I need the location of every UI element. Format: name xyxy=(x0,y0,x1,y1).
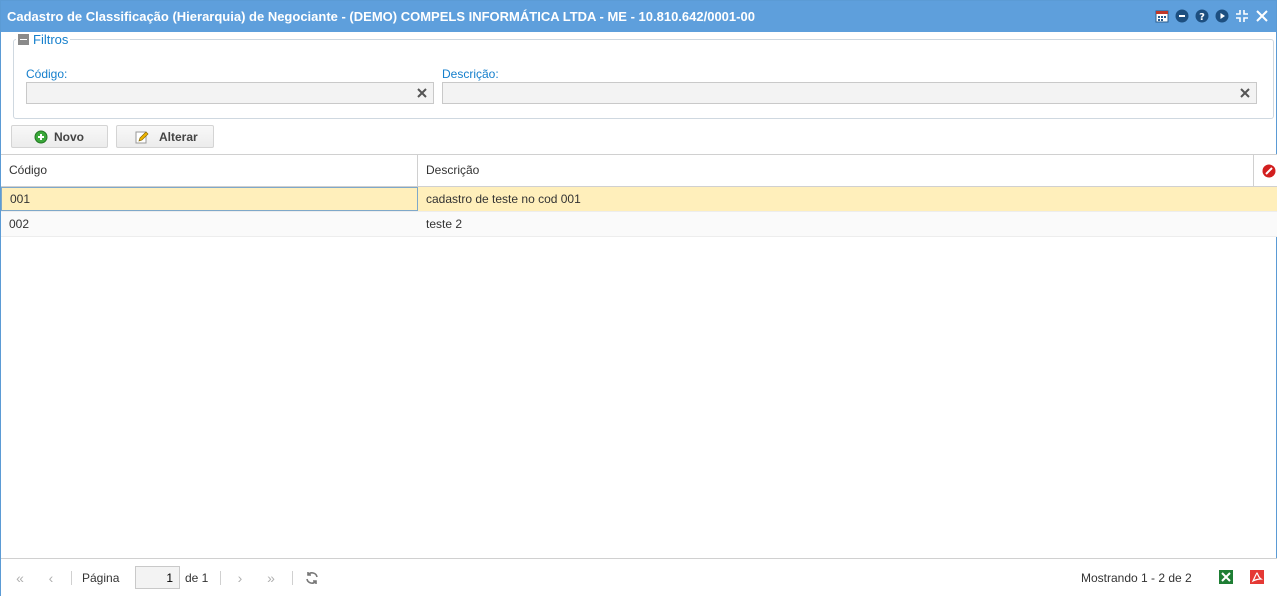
last-page-icon[interactable]: » xyxy=(263,570,279,586)
column-divider[interactable] xyxy=(1253,155,1254,186)
minimize-icon[interactable] xyxy=(1174,8,1190,24)
app-window: Cadastro de Classificação (Hierarquia) d… xyxy=(0,0,1277,596)
descricao-field xyxy=(442,82,1257,104)
descricao-input[interactable] xyxy=(443,83,1256,103)
paging-toolbar: « ‹ Página de 1 › » Mostrando 1 - 2 de 2 xyxy=(1,558,1277,596)
novo-button-label: Novo xyxy=(54,129,84,144)
alterar-button[interactable]: Alterar xyxy=(116,125,214,148)
cell-codigo[interactable]: 001 xyxy=(1,187,418,211)
excel-export-icon[interactable] xyxy=(1219,570,1233,584)
clear-descricao-icon[interactable] xyxy=(1234,83,1256,103)
column-header-codigo[interactable]: Código xyxy=(1,155,417,186)
data-grid: Código Descrição 001 cadastro de teste n… xyxy=(1,154,1277,558)
page-count: de 1 xyxy=(185,571,209,585)
cell-descricao[interactable]: cadastro de teste no cod 001 xyxy=(418,187,1253,211)
svg-text:?: ? xyxy=(1199,12,1205,23)
calendar-icon[interactable] xyxy=(1154,8,1170,24)
collapse-icon[interactable] xyxy=(1234,8,1250,24)
filters-panel xyxy=(13,39,1274,119)
pager-divider xyxy=(71,571,72,585)
page-label: Página xyxy=(82,571,120,585)
help-icon[interactable]: ? xyxy=(1194,8,1210,24)
pdf-export-icon[interactable] xyxy=(1250,570,1264,584)
clear-codigo-icon[interactable] xyxy=(411,83,433,103)
page-number-input[interactable] xyxy=(135,566,180,589)
table-row[interactable]: 001 cadastro de teste no cod 001 xyxy=(1,187,1277,212)
descricao-label: Descrição: xyxy=(442,67,499,81)
table-row[interactable]: 002 teste 2 xyxy=(1,212,1277,237)
close-icon[interactable] xyxy=(1254,8,1270,24)
filters-legend[interactable]: Filtros xyxy=(16,32,71,47)
alterar-button-label: Alterar xyxy=(159,129,198,144)
filters-legend-label: Filtros xyxy=(33,32,69,47)
codigo-input[interactable] xyxy=(27,83,433,103)
collapse-toggle-icon[interactable] xyxy=(18,34,29,45)
play-icon[interactable] xyxy=(1214,8,1230,24)
column-header-descricao[interactable]: Descrição xyxy=(418,155,1253,186)
cell-descricao[interactable]: teste 2 xyxy=(418,212,1253,236)
next-page-icon[interactable]: › xyxy=(232,570,248,586)
pager-divider xyxy=(292,571,293,585)
first-page-icon[interactable]: « xyxy=(12,570,28,586)
window-tools: ? xyxy=(1154,8,1270,24)
edit-icon xyxy=(135,131,149,144)
pager-divider xyxy=(220,571,221,585)
grid-header: Código Descrição xyxy=(1,154,1277,187)
paging-status: Mostrando 1 - 2 de 2 xyxy=(1081,571,1192,585)
window-title: Cadastro de Classificação (Hierarquia) d… xyxy=(7,9,755,24)
refresh-icon[interactable] xyxy=(304,570,320,586)
cell-codigo[interactable]: 002 xyxy=(1,212,418,236)
novo-button[interactable]: Novo xyxy=(11,125,108,148)
add-icon xyxy=(34,130,48,144)
prev-page-icon[interactable]: ‹ xyxy=(43,570,59,586)
codigo-field xyxy=(26,82,434,104)
clear-sort-icon[interactable] xyxy=(1262,164,1276,178)
title-bar: Cadastro de Classificação (Hierarquia) d… xyxy=(1,1,1276,32)
codigo-label: Código: xyxy=(26,67,68,81)
